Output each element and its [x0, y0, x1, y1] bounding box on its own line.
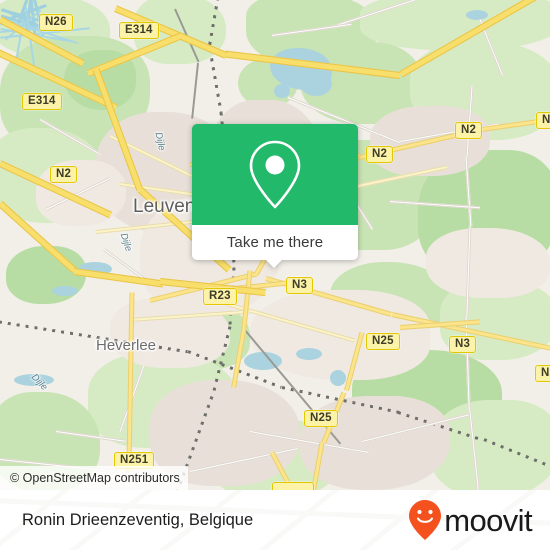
- road-shield: N25: [304, 410, 338, 427]
- map-attribution: © OpenStreetMap contributors: [0, 466, 188, 490]
- location-title: Ronin Drieenzeventig, Belgique: [22, 510, 254, 529]
- moovit-map-screen: Leuven Heverlee Dijle Dijle Dijle N26 E3…: [0, 0, 550, 550]
- footer-bar: Ronin Drieenzeventig, Belgique moovit: [0, 490, 550, 550]
- callout-pointer: [265, 259, 283, 268]
- moovit-wordmark: moovit: [444, 502, 532, 538]
- take-me-there-label: Take me there: [226, 234, 324, 251]
- moovit-brand[interactable]: moovit: [408, 499, 533, 541]
- attribution-text: © OpenStreetMap contributors: [10, 471, 180, 485]
- moovit-smiley-pin-icon: [409, 500, 442, 540]
- map-pin-icon: [249, 140, 301, 208]
- road-shield: N2: [536, 112, 550, 129]
- road-shield: N2: [455, 122, 483, 139]
- road-shield: E314: [22, 93, 62, 110]
- road-shield: [272, 482, 314, 490]
- callout-action-area[interactable]: Take me there: [192, 225, 358, 260]
- road-shield: R23: [203, 288, 237, 305]
- road-shield: E314: [119, 22, 159, 39]
- road-shield: N3: [286, 277, 314, 294]
- destination-callout-card[interactable]: Take me there: [192, 124, 358, 268]
- road-shield: N2: [50, 166, 78, 183]
- road-shield: N2: [366, 146, 394, 163]
- road-shield: N3: [535, 365, 550, 382]
- road-shield: N3: [449, 336, 477, 353]
- road-shield: N26: [39, 14, 73, 31]
- callout-image-area: [192, 124, 358, 225]
- road-shield: N25: [366, 333, 400, 350]
